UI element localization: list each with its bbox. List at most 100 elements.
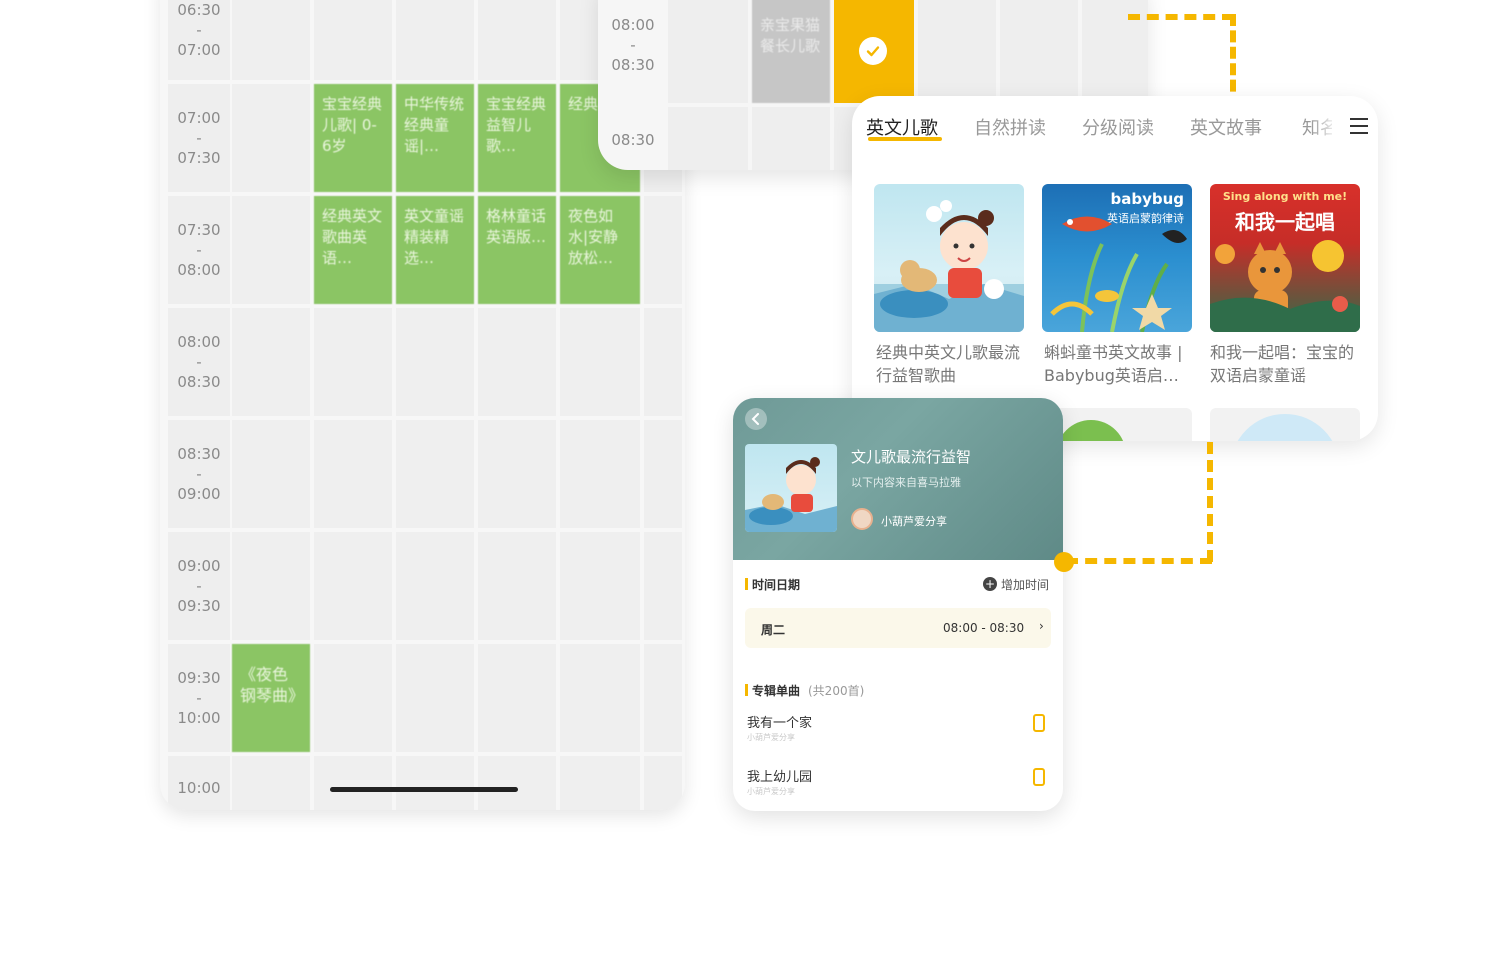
- program-block[interactable]: 《夜色钢琴曲》: [232, 644, 310, 752]
- grid-cell[interactable]: [396, 644, 474, 752]
- back-icon[interactable]: [745, 408, 767, 430]
- grid-cell[interactable]: [478, 644, 556, 752]
- menu-icon[interactable]: [1350, 118, 1368, 134]
- grid-cell[interactable]: [560, 532, 640, 640]
- album-cover[interactable]: [874, 184, 1024, 332]
- grid-cell[interactable]: [396, 308, 474, 416]
- add-icon[interactable]: +: [983, 577, 997, 591]
- time-start: 07:00: [177, 109, 221, 127]
- album-cover[interactable]: babybug 英语启蒙韵律诗: [1042, 184, 1192, 332]
- grid-cell[interactable]: [478, 420, 556, 528]
- grid-cell[interactable]: [478, 756, 556, 810]
- tab-english-stories[interactable]: 英文故事: [1190, 114, 1262, 140]
- grid-cell[interactable]: [314, 532, 392, 640]
- grid-cell[interactable]: [560, 644, 640, 752]
- author-avatar: [851, 508, 873, 530]
- songs-section-label: 专辑单曲: [752, 684, 801, 698]
- grid-cell[interactable]: [644, 196, 682, 304]
- song-name: 我有一个家: [747, 716, 813, 731]
- grid-cell[interactable]: [232, 196, 310, 304]
- grid-cell[interactable]: [314, 420, 392, 528]
- grid-cell[interactable]: [478, 0, 556, 80]
- album-cover[interactable]: Sing along with me! 和我一起唱: [1210, 184, 1360, 332]
- grid-cell[interactable]: [396, 420, 474, 528]
- grid-cell[interactable]: [644, 756, 682, 810]
- program-block[interactable]: 宝宝经典儿歌| 0-6岁: [314, 84, 392, 192]
- grid-cell[interactable]: [232, 308, 310, 416]
- time-sep: -: [196, 689, 202, 707]
- time-start: 08:30: [177, 445, 221, 463]
- album-detail-card: 文儿歌最流行益智 以下内容来自喜马拉雅 小葫芦爱分享 时间日期 + 增加时间 周…: [733, 398, 1063, 811]
- check-icon: [859, 37, 887, 65]
- time-entry[interactable]: 周二 08:00 - 08:30 ›: [745, 608, 1051, 648]
- music-note-icon[interactable]: [1033, 768, 1045, 786]
- program-block[interactable]: 英文童谣精装精选…: [396, 196, 474, 304]
- tab-graded-reading[interactable]: 分级阅读: [1082, 114, 1154, 140]
- program-block[interactable]: 亲宝果猫餐长儿歌: [752, 0, 830, 103]
- grid-cell[interactable]: [478, 308, 556, 416]
- grid-cell[interactable]: [314, 308, 392, 416]
- grid-cell[interactable]: [314, 0, 392, 80]
- grid-cell[interactable]: [752, 107, 830, 170]
- grid-cell[interactable]: [396, 532, 474, 640]
- time-start: 08:30: [611, 131, 655, 149]
- grid-cell[interactable]: [314, 756, 392, 810]
- album-title: 文儿歌最流行益智: [851, 448, 972, 466]
- grid-cell[interactable]: [396, 756, 474, 810]
- add-time-button[interactable]: 增加时间: [1001, 576, 1049, 593]
- time-section-label: 时间日期: [752, 578, 801, 592]
- time-end: 10:00: [177, 709, 221, 727]
- album-title[interactable]: 和我一起唱：宝宝的双语启蒙童谣: [1210, 341, 1360, 387]
- song-author: 小葫芦爱分享: [747, 733, 795, 742]
- grid-cell[interactable]: [560, 756, 640, 810]
- time-sep: -: [196, 129, 202, 147]
- connector-line: [1230, 14, 1236, 108]
- grid-cell[interactable]: [232, 84, 310, 192]
- song-row[interactable]: 我上幼儿园 小葫芦爱分享: [745, 764, 1051, 804]
- tab-phonics[interactable]: 自然拼读: [974, 114, 1046, 140]
- time-slot: 10:00: [168, 756, 230, 810]
- grid-cell[interactable]: [232, 420, 310, 528]
- program-block[interactable]: 经典英文歌曲英语…: [314, 196, 392, 304]
- time-slot: 08:00 - 08:30: [168, 308, 230, 416]
- grid-cell[interactable]: [314, 644, 392, 752]
- time-start: 09:30: [177, 669, 221, 687]
- tab-famous[interactable]: 知名: [1302, 114, 1332, 140]
- tab-indicator: [868, 137, 942, 141]
- time-slot: 09:30 - 10:00: [168, 644, 230, 752]
- grid-cell[interactable]: [232, 532, 310, 640]
- time-slot: 08:30: [602, 130, 664, 150]
- grid-cell[interactable]: [560, 308, 640, 416]
- selected-slot[interactable]: [834, 0, 914, 103]
- album-cover[interactable]: [1042, 408, 1192, 441]
- album-cover[interactable]: [1210, 408, 1360, 441]
- home-indicator: [330, 787, 518, 792]
- program-block[interactable]: 格林童话英语版…: [478, 196, 556, 304]
- time-sep: -: [196, 353, 202, 371]
- section-marker: [745, 578, 748, 590]
- grid-cell[interactable]: [668, 107, 748, 170]
- grid-cell[interactable]: [560, 420, 640, 528]
- grid-cell[interactable]: [644, 420, 682, 528]
- grid-cell[interactable]: [644, 308, 682, 416]
- song-row[interactable]: 我有一个家 小葫芦爱分享: [745, 710, 1051, 750]
- grid-cell[interactable]: [396, 0, 474, 80]
- album-title[interactable]: 蝌蚪童书英文故事 | Babybug英语启…: [1044, 341, 1194, 387]
- grid-cell[interactable]: [644, 532, 682, 640]
- grid-cell[interactable]: [644, 644, 682, 752]
- grid-cell[interactable]: [1000, 0, 1078, 103]
- grid-cell[interactable]: [918, 0, 996, 103]
- time-start: 08:00: [611, 16, 655, 34]
- author-name: 小葫芦爱分享: [881, 515, 947, 528]
- program-block[interactable]: 中华传统经典童谣|…: [396, 84, 474, 192]
- grid-cell[interactable]: [232, 756, 310, 810]
- grid-cell[interactable]: [668, 0, 748, 103]
- album-title[interactable]: 经典中英文儿歌最流行益智歌曲: [876, 341, 1026, 387]
- program-block[interactable]: 宝宝经典益智儿歌…: [478, 84, 556, 192]
- time-slot: 06:30 - 07:00: [168, 0, 230, 80]
- music-note-icon[interactable]: [1033, 714, 1045, 732]
- grid-cell[interactable]: [478, 532, 556, 640]
- program-block[interactable]: 夜色如水|安静放松…: [560, 196, 640, 304]
- grid-cell[interactable]: [232, 0, 310, 80]
- album-thumbnail: [745, 444, 837, 532]
